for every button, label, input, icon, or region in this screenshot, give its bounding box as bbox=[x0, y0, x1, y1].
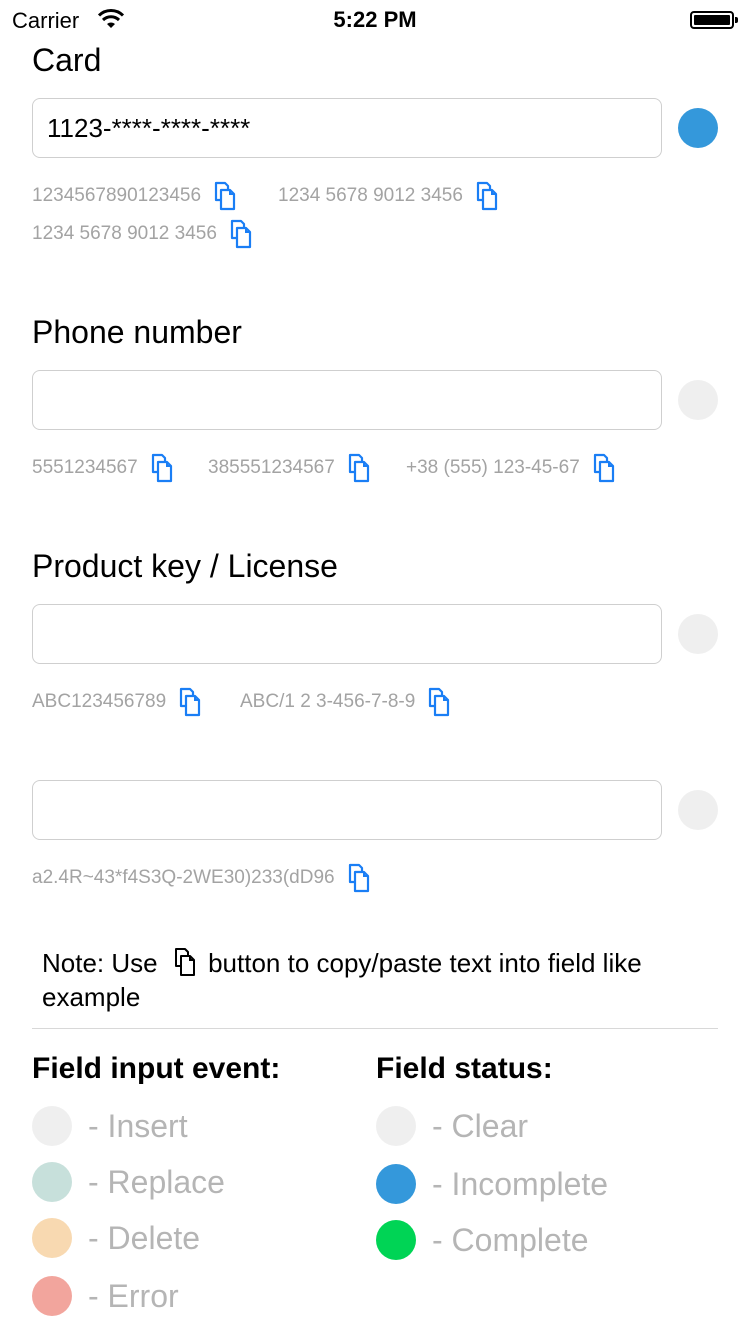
example-item: ABC/1 2 3-456-7-8-9 bbox=[240, 686, 453, 718]
delete-dot bbox=[32, 1218, 72, 1258]
copy-paste-icon[interactable] bbox=[144, 452, 176, 484]
phone-number-input[interactable] bbox=[32, 370, 662, 430]
error-dot bbox=[32, 1276, 72, 1316]
legend-delete: - Delete bbox=[32, 1218, 200, 1258]
example-text: 385551234567 bbox=[208, 457, 335, 478]
card-status-indicator bbox=[678, 108, 718, 148]
legend-insert: - Insert bbox=[32, 1106, 188, 1146]
insert-dot bbox=[32, 1106, 72, 1146]
legend-label: - Replace bbox=[88, 1163, 225, 1200]
example-text: a2.4R~43*f4S3Q-2WE30)233(dD96 bbox=[32, 867, 335, 888]
example-text: +38 (555) 123-45-67 bbox=[406, 457, 580, 478]
copy-paste-icon[interactable] bbox=[223, 218, 255, 250]
legend-label: - Complete bbox=[432, 1221, 589, 1258]
incomplete-dot bbox=[376, 1164, 416, 1204]
usage-note: Note: Use button to copy/paste text into… bbox=[42, 946, 722, 1014]
example-text: ABC/1 2 3-456-7-8-9 bbox=[240, 691, 416, 712]
product-key-status-indicator bbox=[678, 614, 718, 654]
legend-complete: - Complete bbox=[376, 1220, 589, 1260]
card-label: Card bbox=[32, 42, 102, 78]
example-text: 1234 5678 9012 3456 bbox=[278, 185, 463, 206]
product-key-label: Product key / License bbox=[32, 548, 338, 584]
phone-number-label: Phone number bbox=[32, 314, 242, 350]
copy-paste-icon[interactable] bbox=[421, 686, 453, 718]
battery-icon bbox=[690, 11, 738, 29]
legend-label: - Delete bbox=[88, 1219, 201, 1256]
legend-label: - Error bbox=[88, 1277, 179, 1314]
copy-paste-icon[interactable] bbox=[172, 686, 204, 718]
example-item: 1234 5678 9012 3456 bbox=[278, 180, 501, 212]
clear-dot bbox=[376, 1106, 416, 1146]
example-item: +38 (555) 123-45-67 bbox=[406, 452, 618, 484]
copy-paste-icon[interactable] bbox=[586, 452, 618, 484]
copy-paste-icon[interactable] bbox=[341, 862, 373, 894]
copy-paste-icon bbox=[174, 948, 195, 976]
example-text: 5551234567 bbox=[32, 457, 138, 478]
custom-mask-status-indicator bbox=[678, 790, 718, 830]
field-status-legend-title: Field status: bbox=[376, 1052, 553, 1085]
example-text: ABC123456789 bbox=[32, 691, 167, 712]
example-text: 1234 5678 9012 3456 bbox=[32, 223, 217, 244]
example-item: 1234567890123456 bbox=[32, 180, 239, 212]
legend-label: - Incomplete bbox=[432, 1165, 609, 1202]
input-event-legend-title: Field input event: bbox=[32, 1052, 281, 1085]
example-item: a2.4R~43*f4S3Q-2WE30)233(dD96 bbox=[32, 862, 373, 894]
example-item: ABC123456789 bbox=[32, 686, 204, 718]
clock: 5:22 PM bbox=[333, 7, 417, 32]
status-bar: Carrier 5:22 PM bbox=[0, 0, 750, 40]
legend-clear: - Clear bbox=[376, 1106, 528, 1146]
card-input[interactable] bbox=[32, 98, 662, 158]
legend-label: - Clear bbox=[432, 1107, 529, 1144]
example-item: 385551234567 bbox=[208, 452, 373, 484]
legend-label: - Insert bbox=[88, 1107, 188, 1144]
copy-paste-icon[interactable] bbox=[207, 180, 239, 212]
legend-incomplete: - Incomplete bbox=[376, 1164, 608, 1204]
custom-mask-input[interactable] bbox=[32, 780, 662, 840]
copy-paste-icon[interactable] bbox=[469, 180, 501, 212]
example-item: 5551234567 bbox=[32, 452, 176, 484]
product-key-input[interactable] bbox=[32, 604, 662, 664]
example-item: 1234 5678 9012 3456 bbox=[32, 218, 255, 250]
legend-error: - Error bbox=[32, 1276, 179, 1316]
example-text: 1234567890123456 bbox=[32, 185, 202, 206]
copy-paste-icon[interactable] bbox=[341, 452, 373, 484]
legend-replace: - Replace bbox=[32, 1162, 225, 1202]
complete-dot bbox=[376, 1220, 416, 1260]
replace-dot bbox=[32, 1162, 72, 1202]
phone-status-indicator bbox=[678, 380, 718, 420]
note-prefix: Note: Use bbox=[42, 948, 158, 978]
divider bbox=[32, 1028, 718, 1029]
